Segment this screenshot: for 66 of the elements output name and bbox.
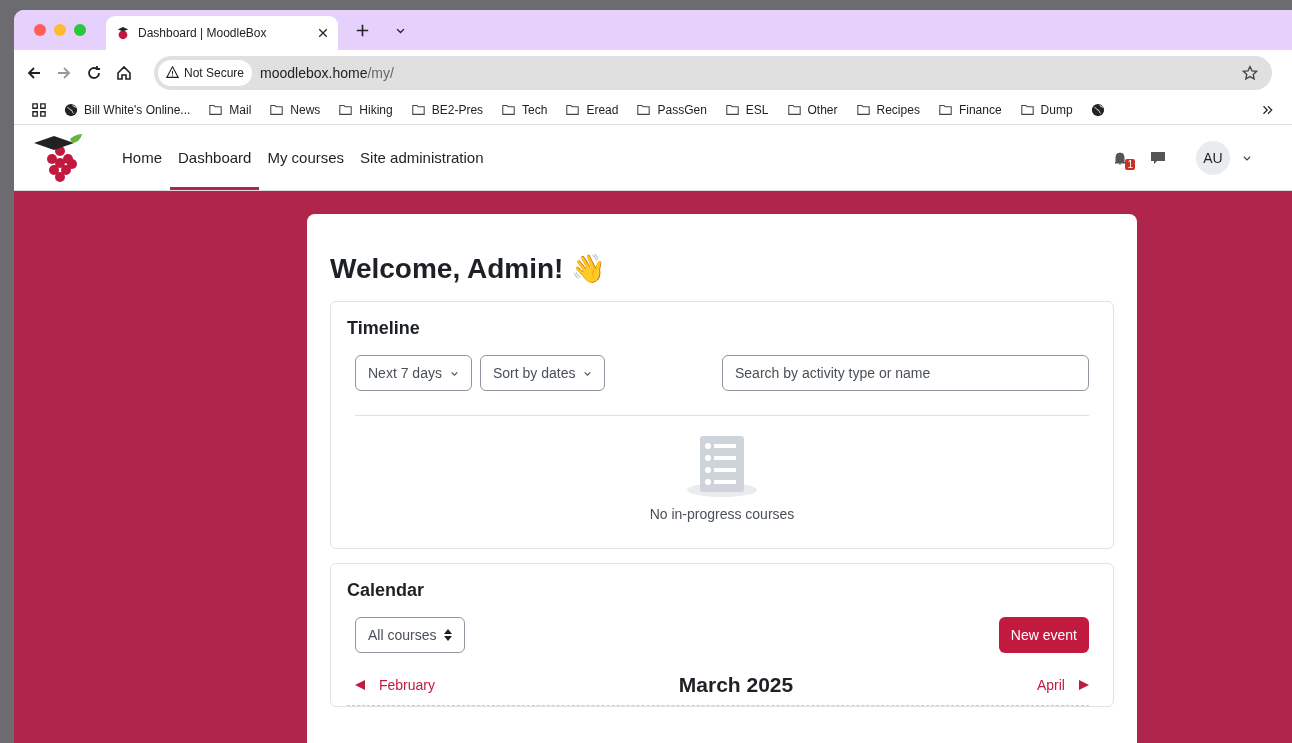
back-icon[interactable] bbox=[26, 64, 42, 81]
filter-dropdown[interactable]: Next 7 days bbox=[355, 355, 472, 391]
folder-icon bbox=[724, 103, 740, 116]
folder-icon bbox=[937, 103, 953, 116]
bookmark[interactable]: PassGen bbox=[636, 102, 707, 117]
bookmark[interactable]: Mail bbox=[208, 102, 252, 117]
folder-icon bbox=[208, 103, 224, 116]
new-event-button[interactable]: New event bbox=[998, 617, 1089, 653]
url-text: moodlebox.home/my/ bbox=[260, 64, 395, 81]
bookmark[interactable]: ESL bbox=[724, 102, 769, 117]
address-bar[interactable]: Not Secure moodlebox.home/my/ bbox=[154, 55, 1272, 90]
folder-icon bbox=[565, 103, 581, 116]
month-title: March 2025 bbox=[678, 673, 794, 697]
page-title: Welcome, Admin! 👋 bbox=[330, 252, 608, 285]
triangle-right-icon bbox=[1079, 680, 1089, 690]
bookmark[interactable]: Bill White's Online... bbox=[64, 102, 191, 117]
next-month-link[interactable]: April bbox=[1036, 677, 1089, 693]
reload-icon[interactable] bbox=[86, 64, 102, 81]
bookmark[interactable]: Hiking bbox=[338, 102, 393, 117]
more-chevrons-icon[interactable] bbox=[1262, 103, 1274, 116]
avatar[interactable]: AU bbox=[1196, 140, 1230, 175]
bell-icon[interactable] bbox=[1112, 149, 1128, 166]
bookmark[interactable] bbox=[1090, 102, 1105, 117]
folder-icon bbox=[338, 103, 354, 116]
folder-icon bbox=[636, 103, 652, 116]
filter-dropdown[interactable]: Sort by dates bbox=[479, 355, 606, 391]
nav-link[interactable]: Site administration bbox=[352, 125, 492, 190]
sort-arrows-icon bbox=[444, 629, 453, 641]
bookmark[interactable]: News bbox=[269, 102, 321, 117]
folder-icon bbox=[410, 103, 426, 116]
bookmark[interactable]: Tech bbox=[501, 102, 548, 117]
folder-icon bbox=[501, 103, 517, 116]
bookmark[interactable]: Finance bbox=[937, 102, 1002, 117]
bookmark[interactable]: BE2-Pres bbox=[410, 102, 484, 117]
search-field[interactable]: Search by activity type or name bbox=[722, 355, 1089, 391]
plus-icon[interactable] bbox=[356, 23, 369, 37]
bookmark[interactable]: Recipes bbox=[855, 102, 920, 117]
bookmark[interactable]: Eread bbox=[565, 102, 619, 117]
chat-icon[interactable] bbox=[1150, 149, 1166, 166]
star-icon[interactable] bbox=[1242, 64, 1258, 81]
folder-icon bbox=[1019, 103, 1035, 116]
empty-list-drawing bbox=[686, 436, 758, 498]
security-chip[interactable]: Not Secure bbox=[158, 59, 253, 86]
folder-icon bbox=[855, 103, 871, 116]
folder-icon bbox=[269, 103, 285, 116]
nav-link[interactable]: Home bbox=[114, 125, 170, 190]
triangle-left-icon bbox=[355, 680, 365, 690]
section-title: Calendar bbox=[347, 580, 426, 601]
apps-grid-icon[interactable] bbox=[32, 102, 46, 117]
globe-icon bbox=[64, 102, 78, 117]
course-select[interactable]: All courses bbox=[355, 617, 466, 653]
previous-month-link[interactable]: February bbox=[355, 677, 436, 693]
folder-icon bbox=[786, 103, 802, 116]
nav-link[interactable]: My courses bbox=[259, 125, 353, 190]
globe-icon bbox=[1090, 102, 1105, 117]
empty-message: No in-progress courses bbox=[649, 506, 795, 522]
bookmark[interactable]: Dump bbox=[1019, 102, 1073, 117]
section-title: Timeline bbox=[347, 318, 421, 339]
raspberry-icon bbox=[116, 26, 130, 40]
browser-tab[interactable]: Dashboard | MoodleBox bbox=[106, 16, 338, 50]
forward-icon[interactable] bbox=[56, 64, 72, 81]
notification-badge: 1 bbox=[1125, 158, 1135, 170]
home-icon[interactable] bbox=[116, 64, 132, 81]
close-icon[interactable] bbox=[318, 28, 328, 38]
warning-icon bbox=[166, 66, 179, 79]
bookmark[interactable]: Other bbox=[786, 102, 838, 117]
